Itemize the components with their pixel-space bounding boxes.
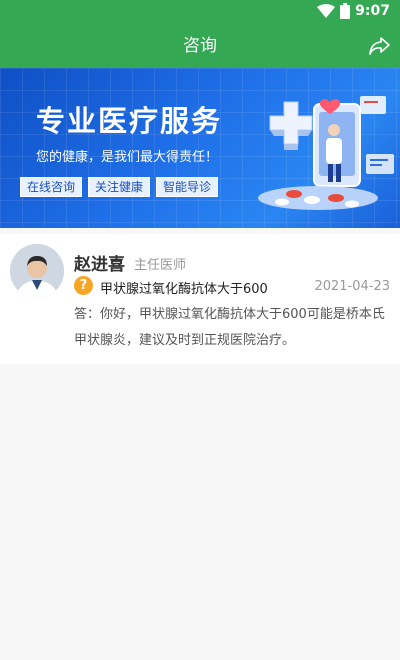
status-time: 9:07 <box>355 3 390 19</box>
doctor-name: 赵进喜 <box>74 255 125 275</box>
banner-tags: 在线咨询 关注健康 智能导诊 <box>20 177 219 197</box>
page-title: 咨询 <box>183 36 217 56</box>
banner-tag-smart-guide: 智能导诊 <box>156 177 219 197</box>
medical-illustration <box>258 96 394 210</box>
banner-headline: 专业医疗服务 <box>36 104 223 138</box>
banner-tag-online-consult: 在线咨询 <box>20 177 83 197</box>
consultation-item[interactable]: 赵进喜 主任医师 ? 甲状腺过氧化酶抗体大于600 2021-04-23 答：你… <box>0 234 400 364</box>
doctor-title: 主任医师 <box>134 258 187 273</box>
banner-slogan: 您的健康，是我们最大得责任！ <box>36 150 219 165</box>
share-icon[interactable] <box>368 35 390 57</box>
doctor-avatar <box>10 244 64 298</box>
banner-tag-health: 关注健康 <box>88 177 151 197</box>
medical-cross-icon <box>269 101 313 150</box>
question-icon: ? <box>74 276 93 295</box>
battery-icon <box>340 3 351 19</box>
question-date: 2021-04-23 <box>314 279 390 294</box>
question-text: 甲状腺过氧化酶抗体大于600 <box>100 282 268 297</box>
wifi-icon <box>317 4 336 18</box>
promo-banner[interactable]: 专业医疗服务 您的健康，是我们最大得责任！ 在线咨询 关注健康 智能导诊 <box>0 68 400 228</box>
status-bar: 9:07 <box>0 0 400 24</box>
answer-text: 答：你好，甲状腺过氧化酶抗体大于600可能是桥本氏甲状腺炎，建议及时到正规医院治… <box>74 307 385 348</box>
app-bar: 咨询 <box>0 24 400 68</box>
